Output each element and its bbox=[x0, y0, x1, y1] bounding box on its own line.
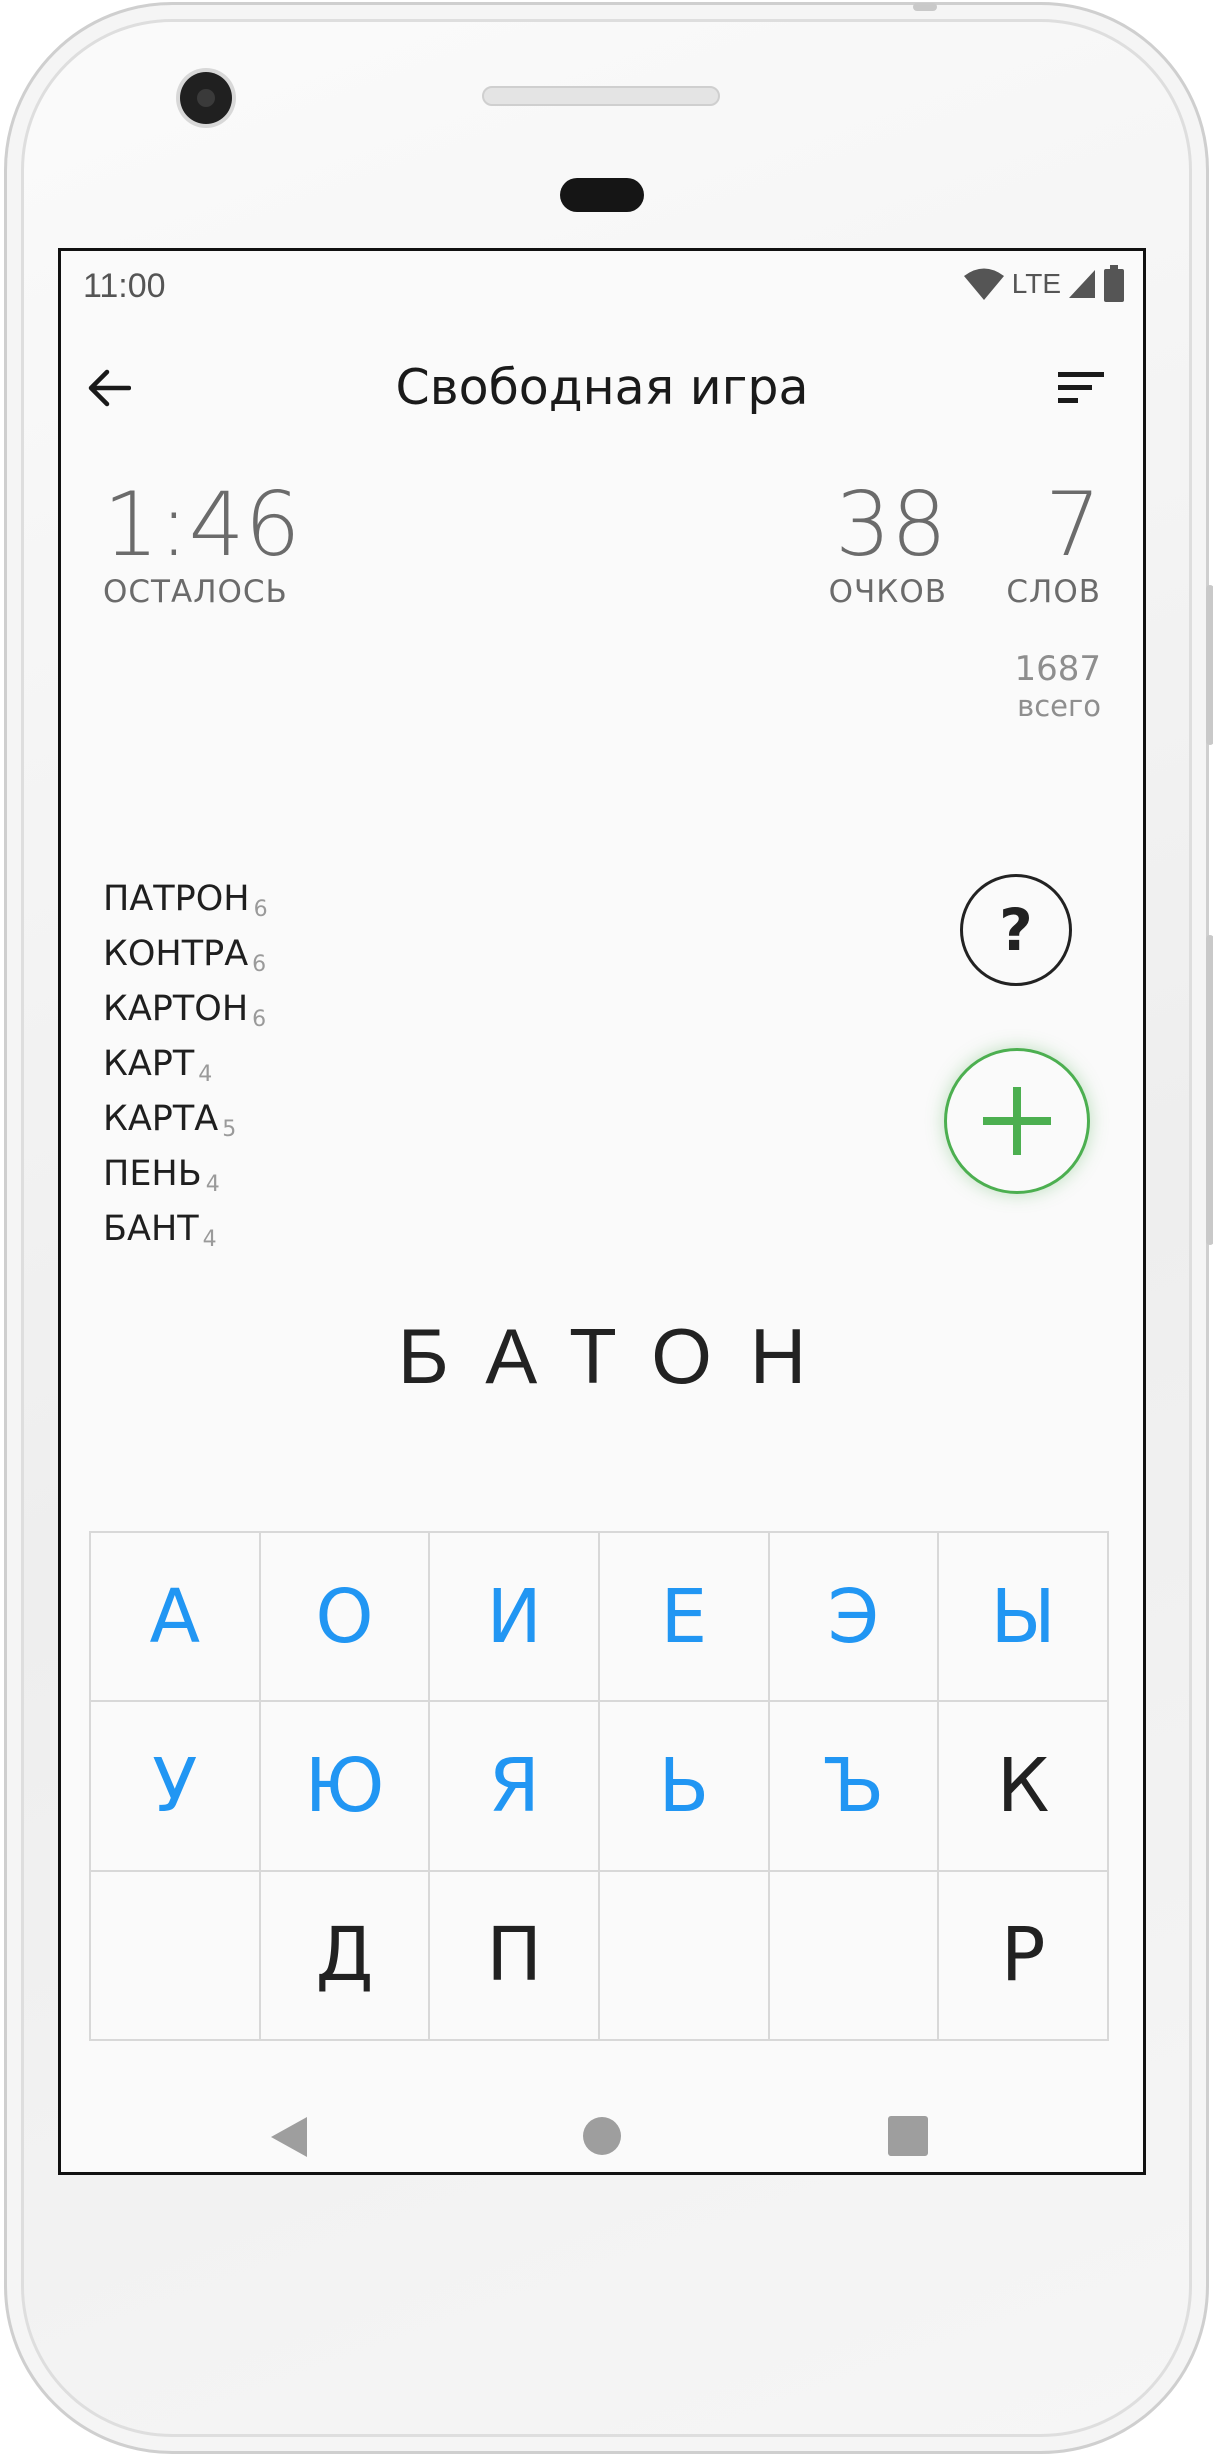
letter-key[interactable]: Э bbox=[769, 1533, 940, 1703]
time-left-value: 1:46 bbox=[103, 473, 301, 576]
letter-keyboard: АОИЕЭЫ УЮЯЬЪК ДП Р bbox=[89, 1531, 1109, 2041]
letter-key[interactable]: У bbox=[91, 1702, 261, 1872]
battery-icon bbox=[1104, 265, 1124, 302]
word-score: 4 bbox=[202, 1227, 217, 1252]
nav-recents-icon[interactable] bbox=[888, 2116, 928, 2156]
points-value: 38 bbox=[835, 473, 947, 576]
words-value: 7 bbox=[1045, 473, 1101, 576]
system-nav-bar bbox=[61, 2101, 1143, 2171]
list-item: КОНТРА 6 bbox=[103, 934, 268, 989]
earpiece-speaker bbox=[482, 86, 720, 106]
word-text: КОНТРА bbox=[103, 934, 249, 974]
letter-key[interactable]: А bbox=[91, 1533, 261, 1703]
power-button bbox=[1206, 935, 1213, 1245]
signal-icon bbox=[1069, 270, 1095, 298]
words-label: СЛОВ bbox=[1006, 574, 1101, 610]
letter-key[interactable]: И bbox=[430, 1533, 600, 1703]
top-button bbox=[913, 3, 937, 11]
proximity-sensor bbox=[560, 178, 644, 212]
status-time: 11:00 bbox=[83, 267, 166, 305]
nav-back-icon[interactable] bbox=[269, 2115, 309, 2159]
list-item: БАНТ 4 bbox=[103, 1209, 268, 1264]
word-score: 6 bbox=[253, 897, 268, 922]
sort-icon bbox=[1058, 372, 1104, 403]
total-words-label: всего bbox=[1017, 689, 1101, 723]
letter-key[interactable]: Я bbox=[430, 1702, 600, 1872]
sort-button[interactable] bbox=[1046, 353, 1116, 423]
total-words-value: 1687 bbox=[1014, 649, 1101, 689]
word-score: 6 bbox=[252, 952, 267, 977]
word-text: КАРТ bbox=[103, 1044, 195, 1084]
letter-key[interactable]: Ь bbox=[600, 1702, 770, 1872]
question-icon: ? bbox=[999, 896, 1033, 964]
keyboard-empty-cell bbox=[91, 1871, 261, 2041]
letter-key[interactable]: Р bbox=[939, 1871, 1109, 2041]
letter-key[interactable]: О bbox=[260, 1533, 431, 1703]
word-text: ПАТРОН bbox=[103, 879, 250, 919]
word-score: 4 bbox=[205, 1172, 220, 1197]
keyboard-empty-cell bbox=[600, 1871, 770, 2041]
letter-key[interactable]: П bbox=[430, 1871, 600, 2041]
letter-key[interactable]: Ъ bbox=[769, 1702, 940, 1872]
plus-icon bbox=[983, 1087, 1051, 1155]
points-stat: 38 ОЧКОВ bbox=[829, 473, 947, 610]
letter-key[interactable]: Ю bbox=[260, 1702, 431, 1872]
page-title: Свободная игра bbox=[395, 359, 809, 416]
list-item: КАРТ 4 bbox=[103, 1044, 268, 1099]
wifi-icon bbox=[963, 268, 1004, 300]
app-screen: 11:00 LTE Свободная игра 1:46 ОСТАЛОСЬ 3… bbox=[58, 248, 1146, 2175]
found-words-list: ПАТРОН 6 КОНТРА 6 КАРТОН 6 КАРТ 4 КАРТА 5 ПЕН… bbox=[103, 879, 268, 1264]
word-score: 5 bbox=[222, 1117, 237, 1142]
nav-home-icon[interactable] bbox=[581, 2115, 623, 2157]
word-text: БАНТ bbox=[103, 1209, 199, 1249]
volume-button bbox=[1206, 585, 1213, 745]
total-words-stat: 1687 всего bbox=[1014, 649, 1101, 723]
list-item: КАРТОН 6 bbox=[103, 989, 268, 1044]
word-text: ПЕНЬ bbox=[103, 1154, 202, 1194]
word-score: 4 bbox=[198, 1062, 213, 1087]
list-item: ПЕНЬ 4 bbox=[103, 1154, 268, 1209]
network-type: LTE bbox=[1011, 268, 1061, 299]
word-text: КАРТА bbox=[103, 1099, 219, 1139]
letter-key[interactable]: Д bbox=[260, 1871, 431, 2041]
current-word: БАТОН bbox=[397, 1312, 845, 1400]
keyboard-empty-cell bbox=[769, 1871, 940, 2041]
add-word-button[interactable] bbox=[944, 1048, 1090, 1194]
list-item: КАРТА 5 bbox=[103, 1099, 268, 1154]
letter-key[interactable]: К bbox=[939, 1702, 1109, 1872]
word-score: 6 bbox=[252, 1007, 267, 1032]
list-item: ПАТРОН 6 bbox=[103, 879, 268, 934]
letter-key[interactable]: Ы bbox=[939, 1533, 1109, 1703]
words-stat: 7 СЛОВ bbox=[1006, 473, 1101, 610]
letter-key[interactable]: Е bbox=[600, 1533, 770, 1703]
time-left-label: ОСТАЛОСЬ bbox=[103, 574, 288, 610]
word-text: КАРТОН bbox=[103, 989, 249, 1029]
front-camera bbox=[180, 72, 232, 124]
time-left-stat: 1:46 ОСТАЛОСЬ bbox=[103, 473, 301, 610]
status-icons: LTE bbox=[962, 265, 1125, 303]
points-label: ОЧКОВ bbox=[828, 574, 947, 610]
help-button[interactable]: ? bbox=[960, 874, 1072, 986]
